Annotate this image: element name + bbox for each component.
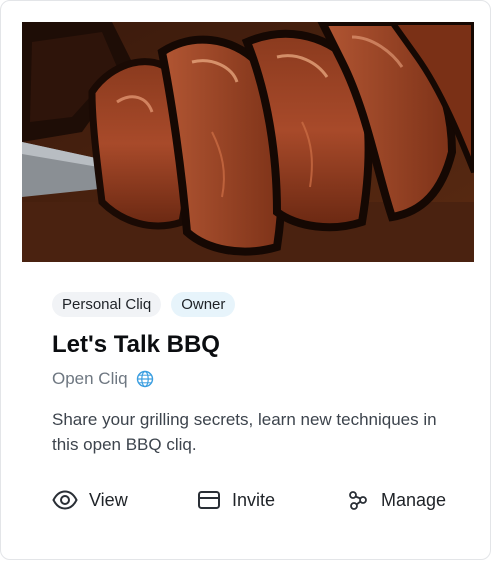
cliq-cover-image	[22, 22, 474, 262]
personal-cliq-badge: Personal Cliq	[52, 292, 162, 317]
manage-label: Manage	[381, 489, 447, 510]
manage-icon	[349, 491, 367, 510]
view-label: View	[89, 489, 128, 510]
badge-row: Personal Cliq Owner	[52, 292, 236, 317]
card-icon	[198, 491, 220, 509]
card-actions: View Invite Manage	[1, 485, 492, 515]
cliq-card: Personal Cliq Owner Let's Talk BBQ Open …	[0, 0, 491, 560]
cliq-description: Share your grilling secrets, learn new t…	[52, 410, 437, 454]
cliq-type-row: Open Cliq	[52, 369, 154, 389]
invite-button[interactable]: Invite	[197, 485, 275, 515]
globe-icon	[136, 370, 153, 388]
cliq-title: Let's Talk BBQ	[52, 331, 220, 358]
cliq-type-label: Open Cliq	[52, 369, 128, 388]
view-button[interactable]: View	[52, 485, 128, 515]
eye-icon	[52, 490, 78, 510]
invite-label: Invite	[232, 489, 276, 510]
manage-button[interactable]: Manage	[346, 485, 446, 515]
owner-badge: Owner	[171, 292, 236, 317]
